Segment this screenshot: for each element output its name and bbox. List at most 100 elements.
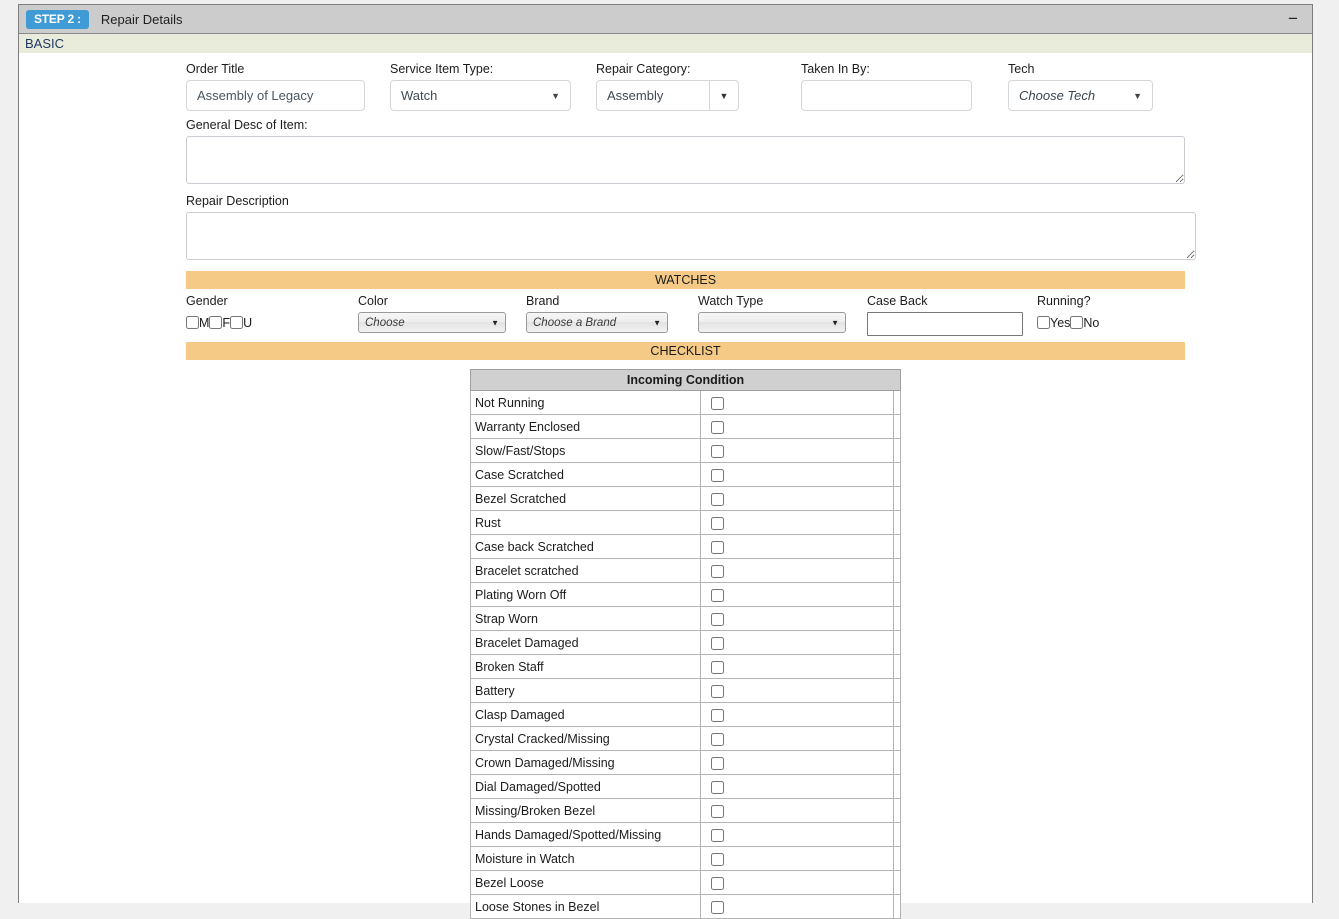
checklist-item-spacer-cell	[894, 511, 901, 535]
gender-checkbox-u[interactable]	[230, 316, 243, 329]
field-color: Color Choose ▼	[358, 293, 526, 336]
checklist-item-checkbox[interactable]	[711, 469, 724, 482]
running-checkbox-group: Yes No	[1037, 312, 1177, 333]
checklist-item-label: Missing/Broken Bezel	[471, 799, 701, 823]
field-brand: Brand Choose a Brand ▼	[526, 293, 698, 336]
gender-label: Gender	[186, 293, 358, 309]
table-row: Case Scratched	[471, 463, 901, 487]
gender-label-u: U	[243, 316, 252, 330]
table-row: Rust	[471, 511, 901, 535]
checklist-item-checkbox[interactable]	[711, 829, 724, 842]
running-label-no: No	[1083, 316, 1099, 330]
checklist-item-checkbox-cell	[701, 463, 894, 487]
checklist-item-spacer-cell	[894, 799, 901, 823]
checklist-item-checkbox[interactable]	[711, 877, 724, 890]
checklist-item-checkbox[interactable]	[711, 397, 724, 410]
checklist-item-label: Slow/Fast/Stops	[471, 439, 701, 463]
running-label-yes: Yes	[1050, 316, 1070, 330]
checklist-item-checkbox[interactable]	[711, 757, 724, 770]
checklist-table-wrap: Incoming Condition Not RunningWarranty E…	[470, 369, 900, 919]
checklist-item-label: Rust	[471, 511, 701, 535]
checklist-item-checkbox[interactable]	[711, 685, 724, 698]
brand-value: Choose a Brand	[533, 317, 616, 329]
table-row: Warranty Enclosed	[471, 415, 901, 439]
checklist-item-spacer-cell	[894, 535, 901, 559]
page-root: STEP 2 : Repair Details − BASIC Order Ti…	[0, 0, 1339, 903]
color-select[interactable]: Choose ▼	[358, 312, 506, 333]
table-row: Slow/Fast/Stops	[471, 439, 901, 463]
table-row: Bezel Scratched	[471, 487, 901, 511]
checklist-item-checkbox[interactable]	[711, 805, 724, 818]
checklist-item-spacer-cell	[894, 631, 901, 655]
checklist-item-checkbox[interactable]	[711, 661, 724, 674]
repair-category-value: Assembly	[597, 81, 709, 110]
case-back-input[interactable]	[867, 312, 1023, 336]
checklist-item-checkbox[interactable]	[711, 565, 724, 578]
table-row: Crown Damaged/Missing	[471, 751, 901, 775]
checklist-item-checkbox-cell	[701, 559, 894, 583]
repair-details-panel: STEP 2 : Repair Details − BASIC Order Ti…	[18, 4, 1313, 903]
checklist-item-checkbox[interactable]	[711, 589, 724, 602]
brand-label: Brand	[526, 293, 698, 309]
checklist-body: Not RunningWarranty EnclosedSlow/Fast/St…	[471, 391, 901, 919]
chevron-down-icon: ▼	[709, 81, 738, 110]
table-row: Hands Damaged/Spotted/Missing	[471, 823, 901, 847]
checklist-item-checkbox-cell	[701, 655, 894, 679]
service-item-type-value: Watch	[401, 88, 437, 103]
gender-checkbox-m[interactable]	[186, 316, 199, 329]
checklist-item-checkbox[interactable]	[711, 853, 724, 866]
checklist-item-checkbox[interactable]	[711, 733, 724, 746]
table-row: Broken Staff	[471, 655, 901, 679]
section-bar-basic: BASIC	[19, 34, 1312, 53]
repair-category-label: Repair Category:	[596, 61, 801, 77]
checklist-item-spacer-cell	[894, 415, 901, 439]
checklist-item-checkbox[interactable]	[711, 541, 724, 554]
minimize-icon[interactable]: −	[1284, 10, 1302, 28]
checklist-item-checkbox-cell	[701, 895, 894, 919]
checklist-item-spacer-cell	[894, 463, 901, 487]
service-item-type-select[interactable]: Watch ▼	[390, 80, 571, 111]
section-bar-watches: WATCHES	[186, 271, 1185, 289]
checklist-item-label: Loose Stones in Bezel	[471, 895, 701, 919]
checklist-item-checkbox[interactable]	[711, 613, 724, 626]
order-title-input[interactable]	[186, 80, 365, 111]
repair-description-textarea[interactable]	[186, 212, 1196, 260]
field-service-item-type: Service Item Type: Watch ▼	[390, 61, 596, 111]
general-desc-textarea[interactable]	[186, 136, 1185, 184]
repair-category-select[interactable]: Assembly ▼	[596, 80, 739, 111]
table-row: Case back Scratched	[471, 535, 901, 559]
checklist-item-checkbox[interactable]	[711, 709, 724, 722]
step-badge: STEP 2 :	[26, 10, 89, 29]
checklist-item-checkbox[interactable]	[711, 781, 724, 794]
checklist-item-label: Crown Damaged/Missing	[471, 751, 701, 775]
field-general-desc: General Desc of Item:	[186, 117, 1185, 189]
checklist-item-checkbox-cell	[701, 727, 894, 751]
tech-label: Tech	[1008, 61, 1168, 77]
basic-form-area: Order Title Service Item Type: Watch ▼ R…	[186, 53, 1185, 360]
taken-in-by-label: Taken In By:	[801, 61, 1008, 77]
checklist-item-checkbox-cell	[701, 439, 894, 463]
taken-in-by-input[interactable]	[801, 80, 972, 111]
checklist-item-label: Bracelet Damaged	[471, 631, 701, 655]
repair-description-label: Repair Description	[186, 193, 1185, 209]
running-checkbox-no[interactable]	[1070, 316, 1083, 329]
table-row: Bracelet Damaged	[471, 631, 901, 655]
field-taken-in-by: Taken In By:	[801, 61, 1008, 111]
checklist-item-checkbox[interactable]	[711, 421, 724, 434]
checklist-item-spacer-cell	[894, 703, 901, 727]
chevron-down-icon: ▼	[1133, 91, 1142, 101]
running-checkbox-yes[interactable]	[1037, 316, 1050, 329]
watch-type-select[interactable]: ▼	[698, 312, 846, 333]
checklist-item-checkbox-cell	[701, 679, 894, 703]
checklist-item-checkbox[interactable]	[711, 637, 724, 650]
table-row: Battery	[471, 679, 901, 703]
tech-select[interactable]: Choose Tech ▼	[1008, 80, 1153, 111]
checklist-item-spacer-cell	[894, 775, 901, 799]
gender-checkbox-f[interactable]	[209, 316, 222, 329]
checklist-item-checkbox[interactable]	[711, 445, 724, 458]
checklist-item-checkbox[interactable]	[711, 517, 724, 530]
brand-select[interactable]: Choose a Brand ▼	[526, 312, 668, 333]
checklist-item-checkbox-cell	[701, 871, 894, 895]
field-order-title: Order Title	[186, 61, 390, 111]
checklist-item-checkbox[interactable]	[711, 493, 724, 506]
